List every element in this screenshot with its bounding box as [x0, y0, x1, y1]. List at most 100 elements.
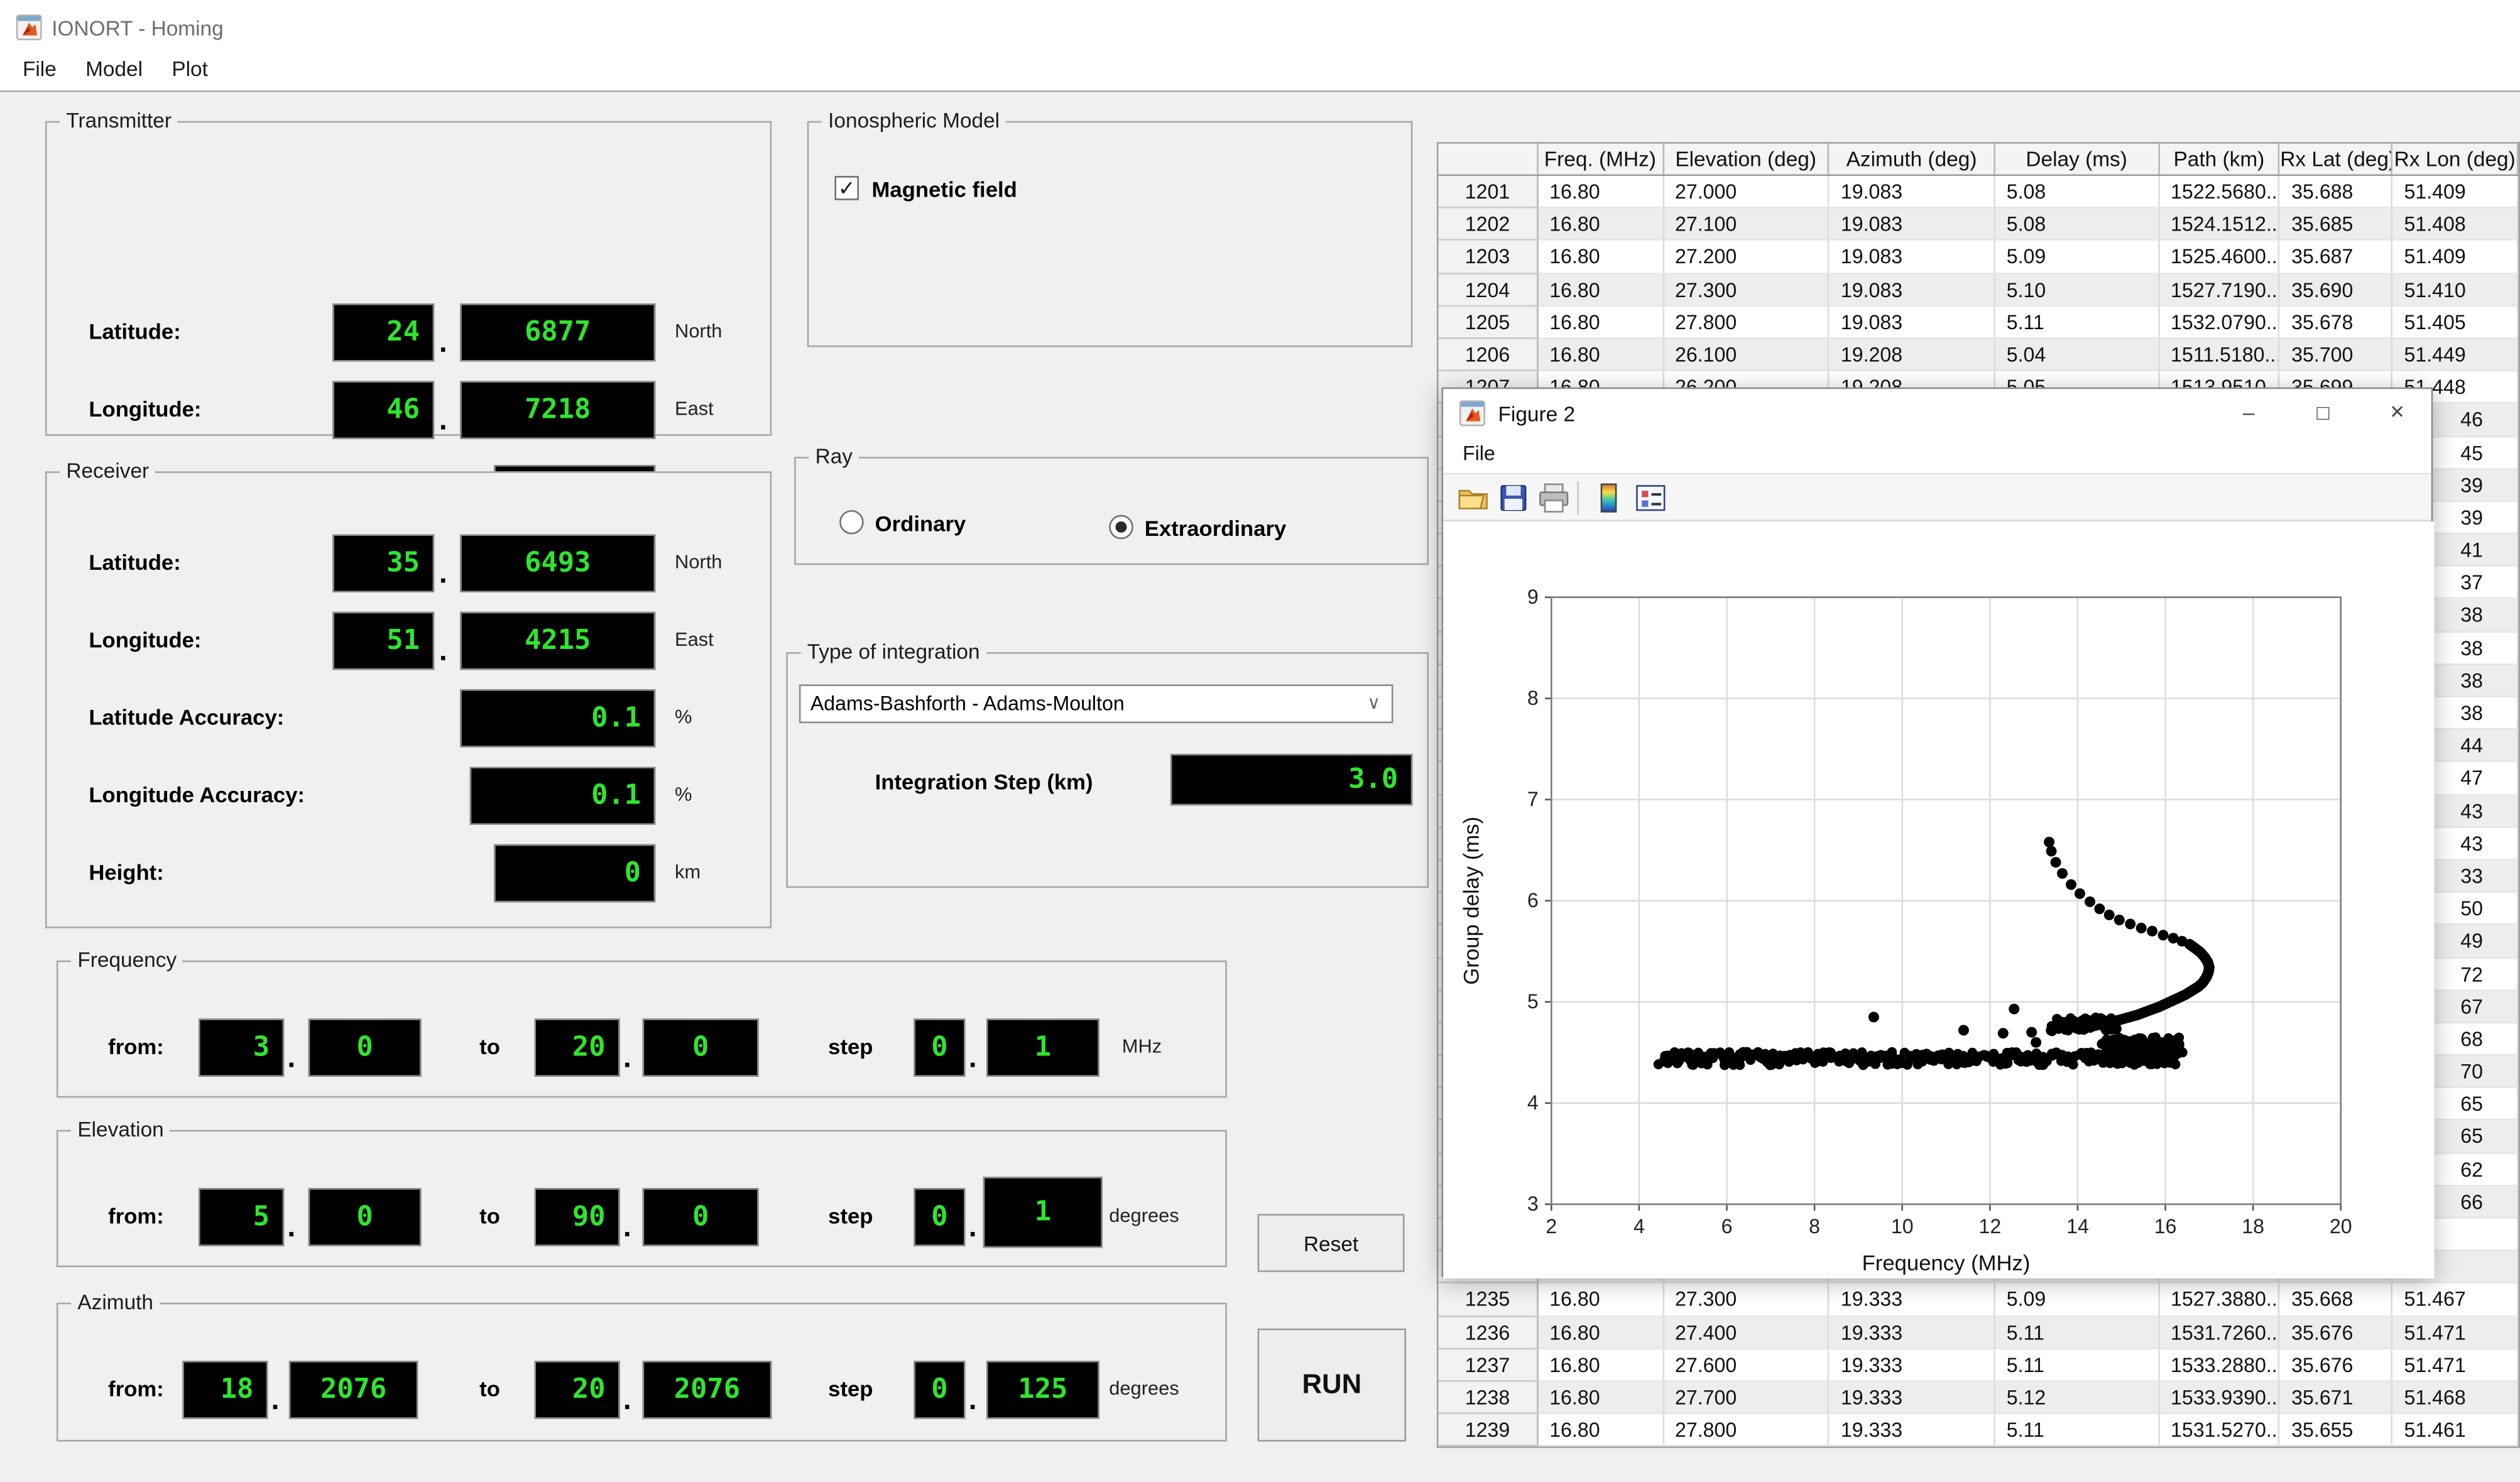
rx-lon-accuracy-field[interactable]: 0.1	[470, 767, 655, 825]
table-cell[interactable]: 5.09	[1995, 241, 2159, 274]
colorbar-icon[interactable]	[1592, 481, 1626, 515]
table-cell[interactable]: 1522.5680...	[2159, 176, 2280, 209]
table-cell[interactable]: 5.08	[1995, 176, 2159, 209]
freq-to-frac-field[interactable]: 0	[643, 1018, 759, 1077]
table-cell[interactable]: 5.04	[1995, 339, 2159, 371]
table-cell[interactable]: 16.80	[1538, 1381, 1664, 1414]
table-cell[interactable]: 5.10	[1995, 274, 2159, 307]
save-icon[interactable]	[1497, 481, 1530, 515]
table-cell[interactable]: 5.12	[1995, 1381, 2159, 1414]
elev-to-frac-field[interactable]: 0	[643, 1188, 759, 1246]
table-header-cell[interactable]: Rx Lat (deg)	[2280, 144, 2392, 175]
elev-step-int-field[interactable]: 0	[914, 1188, 965, 1246]
table-rownum-cell[interactable]: 1235	[1438, 1284, 1538, 1317]
table-row[interactable]: 123916.8027.80019.3335.111531.5270...35.…	[1438, 1414, 2518, 1447]
table-cell[interactable]: 51.468	[2393, 1381, 2519, 1414]
table-cell[interactable]: 16.80	[1538, 1284, 1664, 1317]
table-cell[interactable]: 27.800	[1664, 1414, 1830, 1447]
table-cell[interactable]: 5.11	[1995, 1414, 2159, 1447]
azim-to-int-field[interactable]: 20	[535, 1361, 620, 1419]
table-rownum-cell[interactable]: 1202	[1438, 209, 1538, 241]
azim-to-frac-field[interactable]: 2076	[643, 1361, 772, 1419]
freq-step-frac-field[interactable]: 1	[986, 1018, 1099, 1077]
table-cell[interactable]: 16.80	[1538, 241, 1664, 274]
table-cell[interactable]: 35.671	[2280, 1381, 2392, 1414]
table-rownum-cell[interactable]: 1201	[1438, 176, 1538, 209]
figure-menu-file[interactable]: File	[1463, 442, 1495, 465]
table-cell[interactable]: 51.405	[2393, 307, 2519, 339]
table-cell[interactable]: 16.80	[1538, 1349, 1664, 1381]
table-cell[interactable]: 16.80	[1538, 1414, 1664, 1447]
table-cell[interactable]: 51.410	[2393, 274, 2519, 307]
table-row[interactable]: 120116.8027.00019.0835.081522.5680...35.…	[1438, 176, 2518, 209]
rx-height-field[interactable]: 0	[494, 844, 655, 903]
table-cell[interactable]: 1511.5180...	[2159, 339, 2280, 371]
reset-button[interactable]: Reset	[1258, 1214, 1405, 1272]
table-rownum-cell[interactable]: 1204	[1438, 274, 1538, 307]
table-cell[interactable]: 51.409	[2393, 176, 2519, 209]
table-cell[interactable]: 19.083	[1830, 209, 1995, 241]
menu-model[interactable]: Model	[85, 52, 157, 85]
table-cell[interactable]: 16.80	[1538, 1317, 1664, 1349]
table-cell[interactable]: 19.083	[1830, 176, 1995, 209]
table-row[interactable]: 120616.8026.10019.2085.041511.5180...35.…	[1438, 339, 2518, 371]
table-cell[interactable]: 35.690	[2280, 274, 2392, 307]
table-cell[interactable]: 1533.2880...	[2159, 1349, 2280, 1381]
tx-longitude-int-field[interactable]: 46	[332, 381, 434, 439]
table-row[interactable]: 120316.8027.20019.0835.091525.4600...35.…	[1438, 241, 2518, 274]
table-cell[interactable]: 26.100	[1664, 339, 1830, 371]
table-cell[interactable]: 27.300	[1664, 274, 1830, 307]
azim-from-int-field[interactable]: 18	[182, 1361, 268, 1419]
elev-step-frac-field[interactable]: 1	[983, 1177, 1103, 1248]
open-icon[interactable]	[1456, 481, 1490, 515]
table-cell[interactable]: 19.083	[1830, 241, 1995, 274]
table-cell[interactable]: 1527.3880...	[2159, 1284, 2280, 1317]
table-rownum-cell[interactable]: 1205	[1438, 307, 1538, 339]
table-header-cell[interactable]: Path (km)	[2159, 144, 2280, 175]
table-cell[interactable]: 35.668	[2280, 1284, 2392, 1317]
azim-step-int-field[interactable]: 0	[914, 1361, 965, 1419]
tx-latitude-frac-field[interactable]: 6877	[460, 303, 655, 362]
rx-longitude-int-field[interactable]: 51	[332, 612, 434, 670]
table-cell[interactable]: 19.333	[1830, 1317, 1995, 1349]
table-cell[interactable]: 19.083	[1830, 274, 1995, 307]
ray-radio-extraordinary[interactable]	[1109, 515, 1133, 540]
table-cell[interactable]: 16.80	[1538, 339, 1664, 371]
table-rownum-cell[interactable]: 1203	[1438, 241, 1538, 274]
menu-file[interactable]: File	[23, 52, 71, 85]
table-row[interactable]: 120416.8027.30019.0835.101527.7190...35.…	[1438, 274, 2518, 307]
elev-from-frac-field[interactable]: 0	[308, 1188, 422, 1246]
table-cell[interactable]: 35.687	[2280, 241, 2392, 274]
table-cell[interactable]: 1525.4600...	[2159, 241, 2280, 274]
table-cell[interactable]: 27.800	[1664, 307, 1830, 339]
table-cell[interactable]: 35.685	[2280, 209, 2392, 241]
table-cell[interactable]: 5.09	[1995, 1284, 2159, 1317]
table-cell[interactable]: 35.655	[2280, 1414, 2392, 1447]
table-cell[interactable]: 1531.5270...	[2159, 1414, 2280, 1447]
table-cell[interactable]: 1532.0790...	[2159, 307, 2280, 339]
table-row[interactable]: 123516.8027.30019.3335.091527.3880...35.…	[1438, 1284, 2518, 1317]
table-cell[interactable]: 51.449	[2393, 339, 2519, 371]
table-cell[interactable]: 51.471	[2393, 1317, 2519, 1349]
table-cell[interactable]: 35.676	[2280, 1317, 2392, 1349]
elev-to-int-field[interactable]: 90	[535, 1188, 620, 1246]
figure-title-bar[interactable]: Figure 2 –□×	[1443, 389, 2431, 437]
table-cell[interactable]: 19.208	[1830, 339, 1995, 371]
table-cell[interactable]: 27.200	[1664, 241, 1830, 274]
print-icon[interactable]	[1537, 481, 1571, 515]
table-cell[interactable]: 5.11	[1995, 307, 2159, 339]
table-cell[interactable]: 16.80	[1538, 307, 1664, 339]
table-cell[interactable]: 1524.1512...	[2159, 209, 2280, 241]
table-row[interactable]: 123816.8027.70019.3335.121533.9390...35.…	[1438, 1381, 2518, 1414]
legend-icon[interactable]	[1634, 481, 1667, 515]
table-header-cell[interactable]: Delay (ms)	[1995, 144, 2159, 175]
table-cell[interactable]: 51.408	[2393, 209, 2519, 241]
table-cell[interactable]: 5.08	[1995, 209, 2159, 241]
table-rownum-cell[interactable]: 1238	[1438, 1381, 1538, 1414]
table-cell[interactable]: 27.600	[1664, 1349, 1830, 1381]
minimize-button[interactable]: –	[2212, 389, 2286, 437]
close-button[interactable]: ×	[2360, 389, 2435, 437]
table-cell[interactable]: 19.333	[1830, 1284, 1995, 1317]
table-rownum-cell[interactable]: 1237	[1438, 1349, 1538, 1381]
table-cell[interactable]: 35.676	[2280, 1349, 2392, 1381]
